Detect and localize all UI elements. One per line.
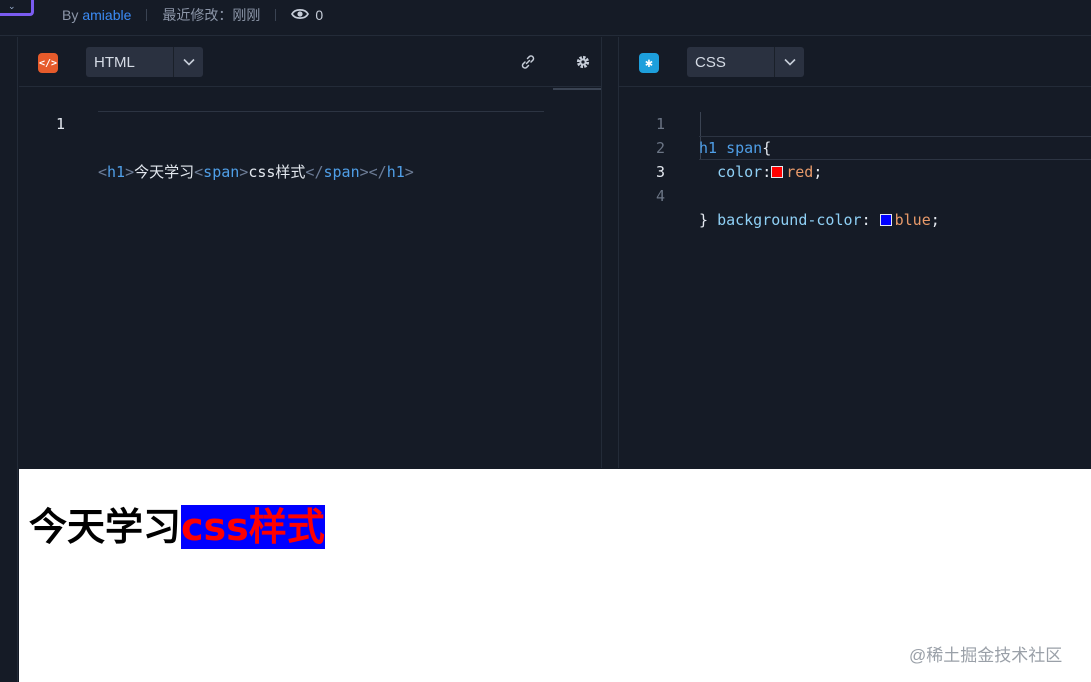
eye-icon	[291, 7, 310, 23]
pane-resize-handle[interactable]	[601, 37, 619, 468]
color-swatch-blue[interactable]	[879, 214, 892, 226]
code-text: background-color: blue;	[717, 211, 940, 229]
css-icon: ✱	[639, 53, 659, 73]
html-language-select[interactable]: HTML	[86, 47, 203, 77]
chevron-down-icon[interactable]	[774, 47, 804, 77]
by-label: By	[62, 7, 79, 23]
chevron-down-icon: ⌄	[8, 2, 16, 12]
code-line: 3 background-color: blue;	[619, 136, 1091, 229]
css-editor-pane: ✱ CSS 1 h1 span{ 2 color: red; 3 backgro…	[619, 37, 1091, 468]
language-label: CSS	[695, 53, 726, 71]
code-line: 4 }	[619, 160, 1091, 229]
active-line-highlight	[98, 88, 544, 112]
line-number: 1	[55, 115, 65, 133]
left-sidebar-strip	[0, 37, 18, 682]
html-editor-pane: </> HTML 1 <h1>今天学习<span>css样式</span></h…	[19, 37, 619, 468]
preview-heading: 今天学习css样式	[29, 496, 325, 551]
view-count: 0	[315, 7, 324, 23]
author-link[interactable]: amiable	[82, 7, 131, 23]
heading-styled-span: css样式	[181, 505, 325, 549]
preview-pane: 今天学习css样式 @稀土掘金技术社区	[19, 469, 1091, 682]
html-code-area[interactable]: 1 <h1>今天学习<span>css样式</span></h1>	[19, 88, 601, 181]
link-icon[interactable]	[519, 53, 537, 71]
line-number: 4	[655, 187, 665, 205]
last-modified: 最近修改：刚刚	[162, 7, 261, 23]
chevron-down-icon[interactable]	[173, 47, 203, 77]
divider	[275, 9, 277, 21]
app-logo[interactable]: ⌄	[0, 0, 34, 16]
code-text: }	[699, 211, 709, 229]
code-text: <h1>今天学习<span>css样式</span></h1>	[98, 163, 414, 181]
watermark: @稀土掘金技术社区	[909, 646, 1063, 665]
html-icon: </>	[38, 53, 58, 73]
heading-plain-text: 今天学习	[29, 505, 182, 549]
meta-info: By amiable 最近修改：刚刚 0	[62, 6, 323, 24]
language-label: HTML	[94, 53, 135, 71]
css-language-select[interactable]: CSS	[687, 47, 804, 77]
code-line: 2 color: red;	[619, 112, 1091, 181]
active-line-highlight	[699, 136, 1091, 160]
html-pane-header: </> HTML	[19, 37, 601, 87]
top-meta-bar: ⌄ By amiable 最近修改：刚刚 0	[0, 0, 1091, 36]
code-editor-app: ⌄ By amiable 最近修改：刚刚 0 </> HTML 1 <h1>今天…	[0, 0, 1091, 682]
code-line: 1 h1 span{	[619, 88, 1091, 157]
css-pane-header: ✱ CSS	[619, 37, 1091, 87]
code-line: 1 <h1>今天学习<span>css样式</span></h1>	[19, 88, 601, 181]
divider	[146, 9, 148, 21]
gear-icon[interactable]	[574, 53, 592, 71]
css-code-area[interactable]: 1 h1 span{ 2 color: red; 3 background-col…	[619, 88, 1091, 229]
